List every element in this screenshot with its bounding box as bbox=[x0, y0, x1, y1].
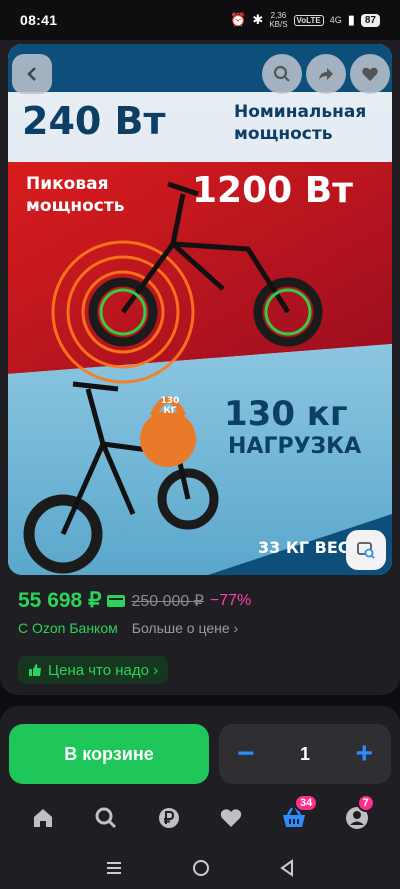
peak-value: 1200 Вт bbox=[192, 170, 354, 211]
share-icon bbox=[319, 68, 333, 80]
kettlebell-label: 130 КГ bbox=[160, 396, 180, 416]
current-price: 55 698 ₽ bbox=[18, 589, 102, 612]
more-about-price-link[interactable]: Больше о цене › bbox=[132, 620, 238, 636]
search-icon bbox=[273, 65, 290, 82]
home-icon bbox=[34, 809, 53, 827]
net-speed-value: 2,36 bbox=[270, 11, 287, 20]
system-nav-bar bbox=[0, 846, 400, 889]
in-cart-button[interactable]: В корзине bbox=[9, 724, 209, 784]
product-card: 240 Вт Номинальная мощность Пиковая мощн… bbox=[0, 40, 400, 695]
network-type: 4G bbox=[329, 15, 342, 25]
increase-button[interactable]: + bbox=[355, 739, 373, 769]
profile-count-badge: 7 bbox=[356, 794, 375, 812]
net-speed-unit: KB/S bbox=[269, 20, 288, 29]
image-search-button[interactable] bbox=[346, 530, 386, 570]
good-price-label: Цена что надо › bbox=[48, 661, 159, 679]
favorites-icon bbox=[221, 809, 242, 827]
tab-search[interactable] bbox=[86, 798, 126, 838]
signal-icon: ▮ bbox=[347, 12, 355, 27]
price-row: 55 698 ₽ 250 000 ₽ −77% bbox=[18, 588, 251, 613]
load-value: 130 кг bbox=[224, 394, 348, 434]
bottom-panel: В корзине − 1 + 34 7 bbox=[0, 706, 400, 889]
bank-card-icon bbox=[107, 594, 126, 607]
quantity-stepper: − 1 + bbox=[219, 724, 391, 784]
product-image[interactable]: 240 Вт Номинальная мощность Пиковая мощн… bbox=[8, 44, 392, 575]
back-icon bbox=[27, 67, 36, 81]
catalog-search-icon bbox=[95, 807, 117, 829]
quantity-value: 1 bbox=[299, 743, 310, 764]
status-bar: 08:41 ⏰ ✱ 2,36 KB/S VoLTE 4G ▮ 87 bbox=[0, 0, 400, 40]
good-price-badge[interactable]: Цена что надо › bbox=[18, 656, 169, 684]
net-speed: 2,36 KB/S bbox=[269, 11, 287, 29]
tab-cart[interactable]: 34 bbox=[274, 794, 319, 838]
old-price: 250 000 ₽ bbox=[131, 592, 204, 610]
tab-profile[interactable]: 7 bbox=[337, 794, 377, 838]
ozon-bank-label[interactable]: С Ozon Банком bbox=[18, 620, 118, 636]
menu-icon[interactable] bbox=[105, 860, 123, 876]
discount-badge: −77% bbox=[209, 591, 252, 609]
peak-label-line1: Пиковая bbox=[26, 174, 109, 194]
bluetooth-icon: ✱ bbox=[252, 12, 264, 27]
power-label-line1: Номинальная bbox=[234, 102, 367, 122]
alarm-icon: ⏰ bbox=[230, 12, 247, 27]
status-icons: ⏰ ✱ 2,36 KB/S VoLTE 4G ▮ 87 bbox=[230, 11, 380, 29]
volte-badge: VoLTE bbox=[293, 14, 324, 26]
home-circle-icon[interactable] bbox=[192, 859, 210, 877]
status-time: 08:41 bbox=[20, 12, 58, 28]
back-button[interactable] bbox=[12, 54, 52, 94]
favorite-button[interactable] bbox=[350, 54, 390, 94]
share-button[interactable] bbox=[306, 54, 346, 94]
power-label-line2: мощность bbox=[234, 124, 333, 144]
tabbar: 34 7 bbox=[0, 794, 400, 838]
battery-indicator: 87 bbox=[360, 13, 380, 27]
bank-row: С Ozon Банком Больше о цене › bbox=[18, 620, 238, 636]
back-triangle-icon[interactable] bbox=[279, 858, 295, 877]
decrease-button[interactable]: − bbox=[237, 739, 255, 769]
peak-label-line2: мощность bbox=[26, 196, 125, 216]
tab-finance[interactable] bbox=[149, 798, 189, 838]
heart-icon bbox=[362, 67, 378, 81]
cart-count-badge: 34 bbox=[293, 794, 319, 812]
weight-label: 33 КГ ВЕС bbox=[258, 538, 350, 557]
tab-favorites[interactable] bbox=[211, 798, 251, 838]
search-button[interactable] bbox=[262, 54, 302, 94]
thumbs-up-icon bbox=[29, 664, 41, 676]
power-value: 240 Вт bbox=[22, 99, 166, 143]
load-label: НАГРУЗКА bbox=[228, 434, 362, 459]
ruble-icon bbox=[158, 808, 179, 828]
image-search-icon bbox=[357, 542, 375, 559]
tab-home[interactable] bbox=[23, 798, 63, 838]
